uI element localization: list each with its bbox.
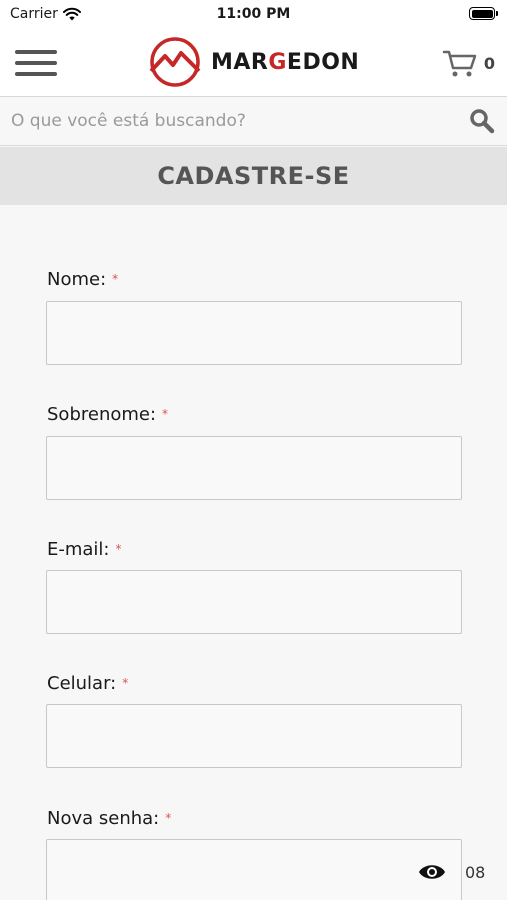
eye-icon[interactable]: [418, 862, 446, 882]
required-marker: *: [165, 811, 172, 825]
surname-label: Sobrenome: *: [47, 404, 168, 425]
surname-label-text: Sobrenome:: [47, 404, 157, 425]
battery-icon: [469, 7, 498, 20]
password-side-text: 08: [465, 863, 486, 882]
password-label: Nova senha: *: [47, 808, 171, 829]
phone-label: Celular: *: [47, 673, 128, 694]
phone-input[interactable]: [46, 704, 462, 768]
logo-text-start: MAR: [211, 49, 269, 75]
app-header: MARGEDON 0: [0, 30, 507, 96]
name-label-text: Nome:: [47, 269, 107, 290]
search-input[interactable]: [0, 97, 450, 145]
name-label: Nome: *: [47, 269, 118, 290]
required-marker: *: [162, 407, 169, 421]
logo-text: MARGEDON: [211, 50, 359, 75]
email-input[interactable]: [46, 570, 462, 634]
required-marker: *: [115, 542, 122, 556]
required-marker: *: [122, 676, 129, 690]
phone-label-text: Celular:: [47, 673, 117, 694]
password-input[interactable]: [46, 839, 462, 900]
search-bar: [0, 96, 507, 146]
brand-logo[interactable]: MARGEDON: [143, 36, 359, 88]
menu-button[interactable]: [15, 50, 57, 76]
cart-count: 0: [483, 53, 495, 73]
email-label-text: E-mail:: [47, 539, 110, 560]
search-icon[interactable]: [469, 108, 495, 134]
menu-icon: [15, 50, 57, 54]
required-marker: *: [112, 272, 119, 286]
signup-form: Nome: * Sobrenome: * E-mail: * Celular: * No…: [0, 205, 507, 900]
surname-input[interactable]: [46, 436, 462, 500]
email-label: E-mail: *: [47, 539, 122, 560]
logo-mountain-icon: [149, 37, 201, 87]
name-input[interactable]: [46, 301, 462, 365]
page-title: CADASTRE-SE: [157, 162, 350, 190]
password-label-text: Nova senha:: [47, 808, 160, 829]
logo-text-accent: G: [268, 49, 287, 75]
cart-button[interactable]: 0: [442, 48, 495, 78]
status-time: 11:00 PM: [216, 6, 291, 22]
cart-icon: [442, 50, 477, 77]
logo-text-end: EDON: [286, 49, 360, 75]
page-title-bar: CADASTRE-SE: [0, 147, 507, 205]
status-bar: Carrier 11:00 PM: [0, 0, 507, 30]
